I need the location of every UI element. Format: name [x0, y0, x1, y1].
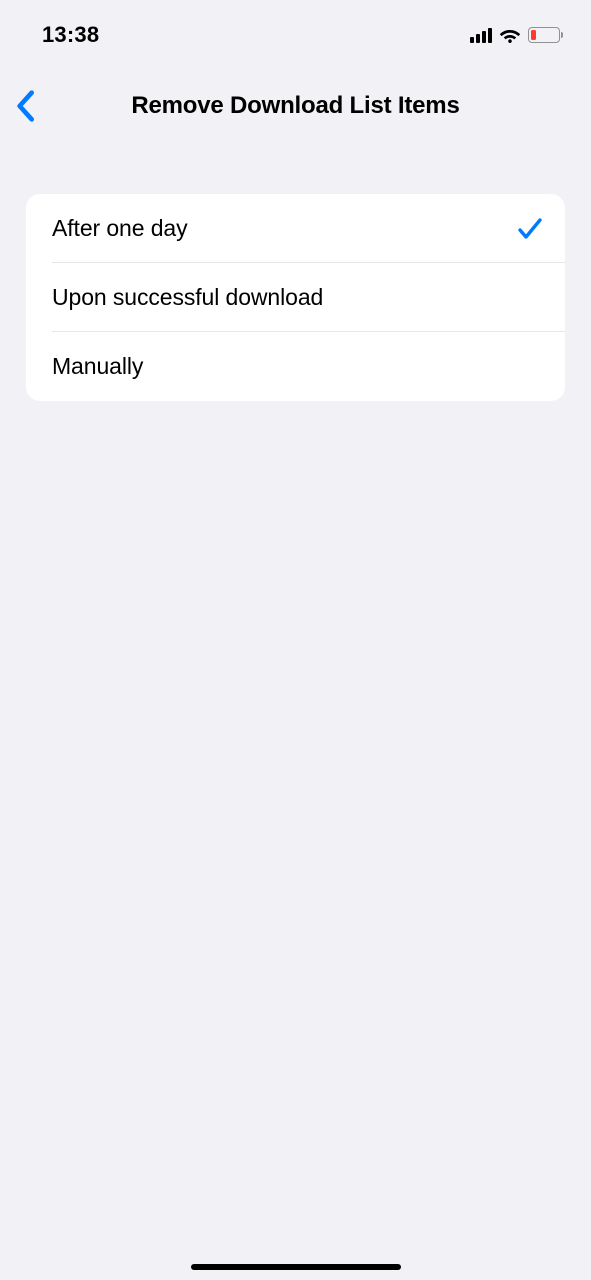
cellular-signal-icon — [470, 27, 492, 43]
option-after-one-day[interactable]: After one day — [26, 194, 565, 263]
wifi-icon — [499, 27, 521, 43]
option-label: After one day — [52, 215, 188, 242]
battery-icon — [528, 27, 564, 43]
nav-header: Remove Download List Items — [0, 74, 591, 138]
chevron-left-icon — [14, 90, 36, 122]
status-icons — [470, 27, 564, 43]
status-bar: 13:38 — [0, 0, 591, 56]
option-manually[interactable]: Manually — [26, 332, 565, 401]
options-list: After one day Upon successful download M… — [26, 194, 565, 401]
option-upon-successful-download[interactable]: Upon successful download — [26, 263, 565, 332]
home-indicator[interactable] — [191, 1264, 401, 1270]
option-label: Manually — [52, 353, 143, 380]
option-label: Upon successful download — [52, 284, 323, 311]
status-time: 13:38 — [42, 22, 99, 48]
checkmark-icon — [517, 216, 543, 242]
page-title: Remove Download List Items — [131, 92, 459, 120]
back-button[interactable] — [14, 90, 36, 122]
